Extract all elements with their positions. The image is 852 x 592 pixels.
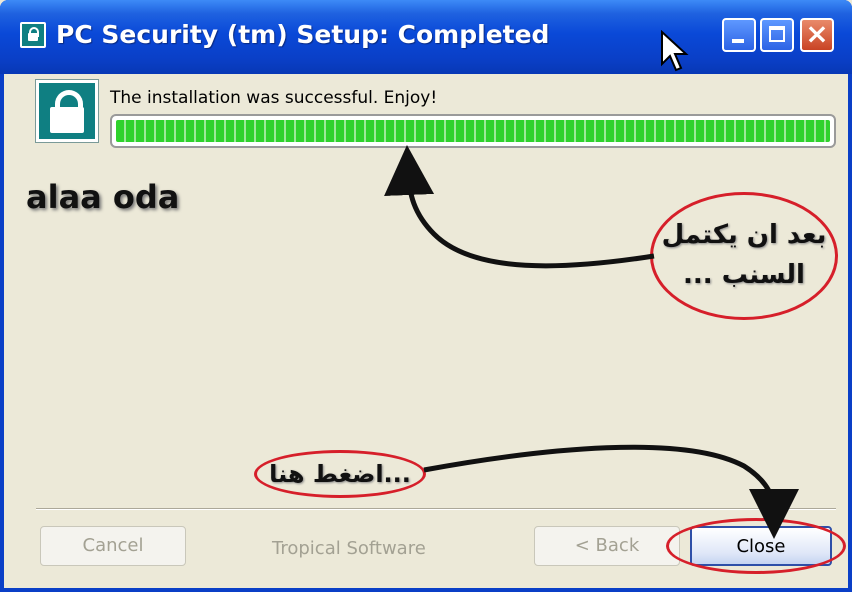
annotation-arrows — [384, 145, 799, 539]
mouse-cursor-icon — [661, 30, 689, 72]
title-bar[interactable]: PC Security (tm) Setup: Completed × — [0, 0, 852, 74]
client-area: The installation was successful. Enjoy! … — [4, 74, 848, 588]
maximize-icon — [769, 26, 785, 42]
minimize-button[interactable] — [722, 18, 756, 52]
window-title: PC Security (tm) Setup: Completed — [56, 20, 550, 49]
minimize-icon — [732, 39, 744, 43]
maximize-button[interactable] — [760, 18, 794, 52]
arrow-to-progress — [384, 145, 655, 269]
close-window-button[interactable]: × — [800, 17, 834, 52]
close-icon: × — [805, 17, 829, 50]
setup-window: PC Security (tm) Setup: Completed × The … — [0, 0, 852, 592]
arrow-to-close — [423, 444, 799, 539]
lock-icon — [20, 22, 46, 48]
